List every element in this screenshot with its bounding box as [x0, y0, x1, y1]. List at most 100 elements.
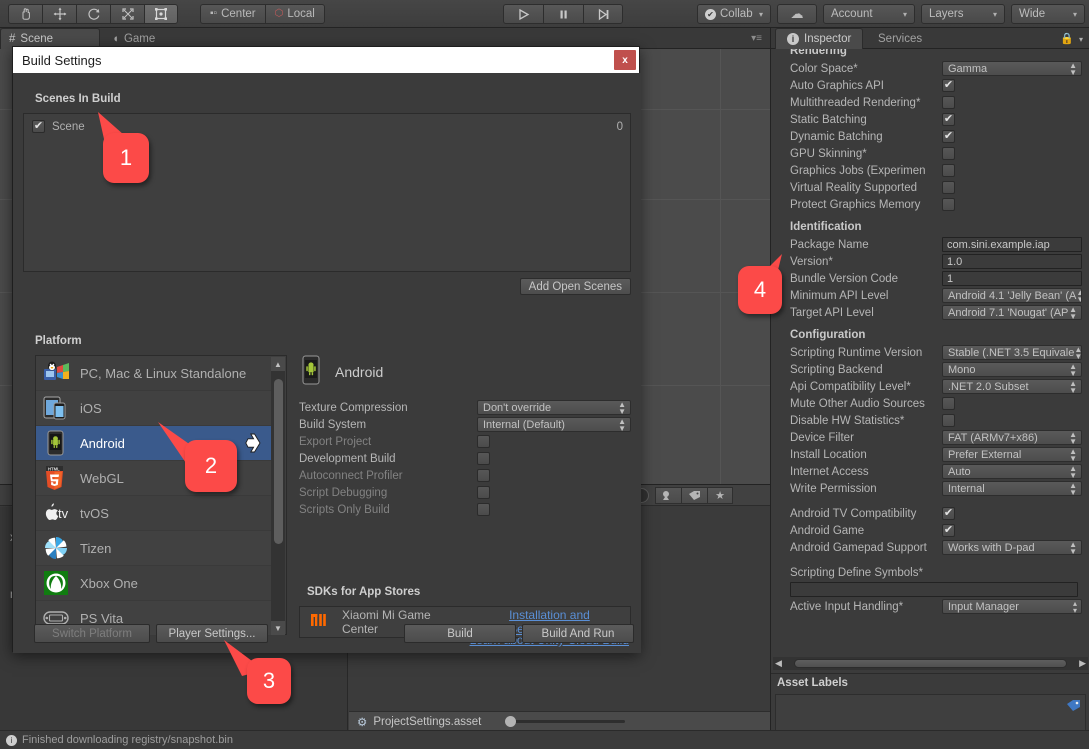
property-label: Dynamic Batching: [790, 131, 942, 143]
input-handling-popup[interactable]: Input Manager ▴▾: [942, 599, 1082, 614]
layers-dropdown[interactable]: Layers ▾: [921, 4, 1005, 24]
platform-list[interactable]: PC, Mac & Linux StandaloneiOSAndroidHTML…: [35, 355, 287, 635]
step-button[interactable]: [583, 4, 623, 24]
pivot-icon: ▪▫: [210, 8, 217, 19]
build-button[interactable]: Build: [404, 624, 516, 643]
build-setting-label: Export Project: [299, 436, 477, 448]
account-dropdown[interactable]: Account ▾: [823, 4, 915, 24]
property-value: Auto: [948, 466, 971, 478]
tab-services[interactable]: Services: [867, 28, 933, 49]
filter-type-icon[interactable]: [655, 487, 681, 504]
property-popup[interactable]: Mono▲▼: [942, 362, 1082, 377]
scroll-left-icon[interactable]: ◀: [775, 658, 782, 669]
property-label: Target API Level: [790, 307, 942, 319]
property-popup[interactable]: .NET 2.0 Subset▲▼: [942, 379, 1082, 394]
property-popup[interactable]: Internal▲▼: [942, 481, 1082, 496]
build-setting-checkbox[interactable]: [477, 452, 490, 465]
callout-number: 2: [205, 453, 217, 479]
platform-row-xbox[interactable]: Xbox One: [36, 566, 272, 601]
build-setting-checkbox[interactable]: [477, 486, 490, 499]
property-checkbox[interactable]: [942, 198, 955, 211]
property-label: Minimum API Level: [790, 290, 942, 302]
property-input[interactable]: 1.0: [942, 254, 1082, 269]
property-popup[interactable]: Gamma▲▼: [942, 61, 1082, 76]
close-icon[interactable]: x: [614, 50, 636, 70]
property-label: Android Game: [790, 525, 942, 537]
property-checkbox[interactable]: [942, 164, 955, 177]
property-value: FAT (ARMv7+x86): [948, 432, 1038, 444]
scroll-thumb[interactable]: [794, 659, 1067, 668]
scale-tool-icon[interactable]: [110, 4, 144, 24]
build-setting-row: Autoconnect Profiler: [299, 467, 631, 484]
panel-menu-icon[interactable]: ▾≡: [751, 33, 762, 44]
platform-row-tvos[interactable]: tvtvOS: [36, 496, 272, 531]
hand-tool-icon[interactable]: [8, 4, 42, 24]
input-handling-label: Active Input Handling*: [790, 601, 942, 613]
chevron-updown-icon: ▲▼: [1069, 541, 1077, 555]
property-label: Version*: [790, 256, 942, 268]
favorites-star-icon[interactable]: ★: [707, 487, 733, 504]
property-checkbox[interactable]: [942, 96, 955, 109]
property-input[interactable]: com.sini.example.iap: [942, 237, 1082, 252]
property-popup[interactable]: Prefer External▲▼: [942, 447, 1082, 462]
property-value: Android 7.1 'Nougat' (AP: [948, 307, 1068, 319]
slider-knob[interactable]: [505, 716, 516, 727]
platform-row-pc[interactable]: PC, Mac & Linux Standalone: [36, 356, 272, 391]
scroll-up-icon[interactable]: ▲: [271, 357, 285, 371]
build-setting-checkbox[interactable]: [477, 435, 490, 448]
thumbnail-size-slider[interactable]: [505, 720, 625, 723]
add-open-scenes-button[interactable]: Add Open Scenes: [520, 278, 631, 295]
cloud-button[interactable]: ☁: [777, 4, 817, 24]
lock-icon[interactable]: 🔒▾: [1060, 32, 1083, 45]
pivot-toggle[interactable]: ▪▫ Center: [200, 4, 265, 24]
platform-label: tvOS: [80, 506, 272, 521]
property-popup[interactable]: FAT (ARMv7+x86)▲▼: [942, 430, 1082, 445]
collab-button[interactable]: ✔ Collab ▾: [697, 4, 771, 24]
build-setting-checkbox[interactable]: [477, 503, 490, 516]
layout-dropdown[interactable]: Wide ▾: [1011, 4, 1085, 24]
property-popup[interactable]: Works with D-pad▲▼: [942, 540, 1082, 555]
build-and-run-button[interactable]: Build And Run: [522, 624, 634, 643]
property-checkbox[interactable]: [942, 79, 955, 92]
property-popup[interactable]: Auto▲▼: [942, 464, 1082, 479]
scene-enabled-checkbox[interactable]: [32, 120, 45, 133]
build-setting-popup[interactable]: Internal (Default)▲▼: [477, 417, 631, 432]
property-checkbox[interactable]: [942, 113, 955, 126]
build-setting-checkbox[interactable]: [477, 469, 490, 482]
property-popup[interactable]: Android 4.1 'Jelly Bean' (A▲▼: [942, 288, 1082, 303]
tab-inspector[interactable]: i Inspector: [775, 28, 863, 49]
space-toggle[interactable]: ⬡ Local: [265, 4, 325, 24]
property-label: Scripting Runtime Version: [790, 347, 942, 359]
property-label: Color Space*: [790, 63, 942, 75]
filter-label-icon[interactable]: [681, 487, 707, 504]
property-row: Android Gamepad SupportWorks with D-pad▲…: [785, 539, 1089, 556]
scroll-thumb[interactable]: [274, 379, 283, 544]
define-symbols-input[interactable]: [790, 582, 1078, 597]
property-label: Device Filter: [790, 432, 942, 444]
tag-icon[interactable]: [1066, 699, 1081, 715]
build-setting-popup[interactable]: Don't override▲▼: [477, 400, 631, 415]
property-input[interactable]: 1: [942, 271, 1082, 286]
property-checkbox[interactable]: [942, 524, 955, 537]
property-popup[interactable]: Android 7.1 'Nougat' (AP▲▼: [942, 305, 1082, 320]
property-row: Auto Graphics API: [785, 77, 1089, 94]
property-checkbox[interactable]: [942, 147, 955, 160]
inspector-horizontal-scrollbar[interactable]: ◀ ▶: [773, 657, 1088, 670]
property-row: Api Compatibility Level*.NET 2.0 Subset▲…: [785, 378, 1089, 395]
property-popup[interactable]: Stable (.NET 3.5 Equivale▲▼: [942, 345, 1082, 360]
platform-scrollbar[interactable]: ▲ ▼: [271, 357, 285, 635]
scroll-right-icon[interactable]: ▶: [1079, 658, 1086, 669]
property-checkbox[interactable]: [942, 414, 955, 427]
property-checkbox[interactable]: [942, 507, 955, 520]
pause-button[interactable]: [543, 4, 583, 24]
switch-platform-button[interactable]: Switch Platform: [34, 624, 150, 643]
property-checkbox[interactable]: [942, 130, 955, 143]
play-button[interactable]: [503, 4, 543, 24]
property-checkbox[interactable]: [942, 397, 955, 410]
property-checkbox[interactable]: [942, 181, 955, 194]
rotate-tool-icon[interactable]: [76, 4, 110, 24]
move-tool-icon[interactable]: [42, 4, 76, 24]
rect-tool-icon[interactable]: [144, 4, 178, 24]
platform-row-tizen[interactable]: Tizen: [36, 531, 272, 566]
chevron-down-icon: ▾: [993, 10, 997, 19]
